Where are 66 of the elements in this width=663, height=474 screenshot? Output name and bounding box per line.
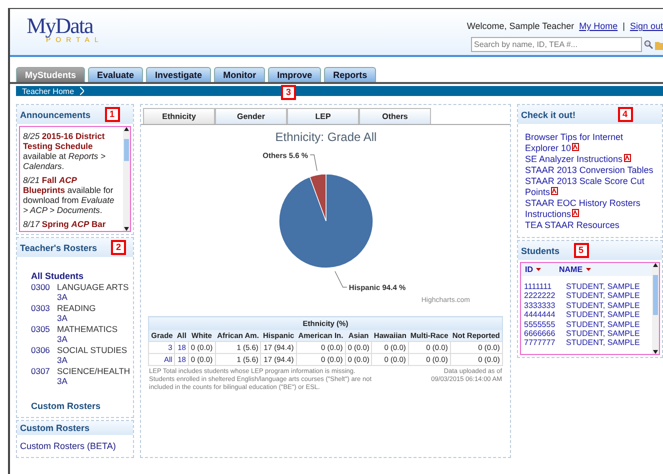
announcement: 8/17 Spring ACP Bar <box>23 219 107 229</box>
student-row[interactable]: 3333333 STUDENT, SAMPLE <box>524 300 649 310</box>
custom-rosters-link[interactable]: Custom Rosters (BETA) <box>17 435 133 457</box>
student-row[interactable]: 5555555 STUDENT, SAMPLE <box>524 320 649 330</box>
chart-tab[interactable]: Gender <box>215 108 287 124</box>
scroll-thumb[interactable] <box>653 275 658 315</box>
search-field[interactable]: Search by name, ID, TEA #... <box>471 37 642 52</box>
roster-item[interactable]: 0303 READING 3A <box>31 303 133 323</box>
resource-link[interactable]: STAAR 2013 Conversion Tables <box>525 165 659 176</box>
sort-icon <box>586 268 591 271</box>
panel-title: Check it out! <box>521 110 576 120</box>
scroll-thumb[interactable] <box>124 139 129 161</box>
leader-line <box>334 270 347 288</box>
sort-icon <box>536 268 541 271</box>
custom-rosters-link[interactable]: Custom Rosters <box>31 401 133 411</box>
resource-link[interactable]: TEA STAAR Resources <box>525 220 659 231</box>
search-icon[interactable] <box>644 40 653 49</box>
resource-link[interactable]: STAAR 2013 Scale Score Cut Points <box>525 176 659 198</box>
student-row[interactable]: 1111111 STUDENT, SAMPLE <box>524 282 649 292</box>
panel-title: Teacher's Rosters <box>20 242 98 252</box>
welcome-text: Welcome, Sample Teacher <box>466 21 574 31</box>
chart-tab[interactable]: LEP <box>287 108 359 124</box>
column-header[interactable]: NAME <box>559 265 591 274</box>
scrollbar[interactable] <box>123 127 130 231</box>
callout-number: 4 <box>618 107 633 122</box>
panel-title: Custom Rosters <box>20 423 90 433</box>
roster-item[interactable]: 0307 SCIENCE/HEALTH 3A <box>31 366 133 386</box>
nav-tab[interactable]: Improve <box>268 67 322 82</box>
chevron-icon <box>80 87 84 95</box>
chart-tab[interactable]: Ethnicity <box>143 108 215 124</box>
callout-number: 3 <box>281 85 296 100</box>
student-row[interactable]: 4444444 STUDENT, SAMPLE <box>524 310 649 320</box>
student-row[interactable]: 2222222 STUDENT, SAMPLE <box>524 291 649 301</box>
nav-tab[interactable]: Monitor <box>214 67 266 82</box>
scroll-up-icon[interactable] <box>653 263 658 267</box>
roster-item[interactable]: 0300 LANGUAGE ARTS 3A <box>31 282 133 302</box>
announcement: 8/21 Fall ACP Blueprints available for download from Evaluate > ACP > Documents. <box>23 175 116 215</box>
scrollbar[interactable] <box>652 263 659 354</box>
header-link[interactable]: My Home <box>579 21 618 31</box>
roster-item[interactable]: 0305 MATHEMATICS 3A <box>31 324 133 344</box>
callout-number: 5 <box>574 243 589 258</box>
roster-item[interactable]: 0306 SOCIAL STUDIES 3A <box>31 345 133 365</box>
roster-link[interactable]: All Students <box>31 271 133 281</box>
chart-tab[interactable]: Others <box>359 108 431 124</box>
student-row[interactable]: 7777777 STUDENT, SAMPLE <box>524 338 649 348</box>
nav-tab[interactable]: Reports <box>324 67 376 82</box>
column-header[interactable]: ID <box>525 265 541 274</box>
panel-title: Announcements <box>20 110 91 120</box>
leader-line <box>309 154 317 172</box>
scroll-up-icon[interactable] <box>124 127 129 131</box>
panel-title: Students <box>521 246 560 256</box>
resource-link[interactable]: SE Analyzer Instructions <box>525 154 659 165</box>
header-link[interactable]: Sign out <box>630 21 663 31</box>
link-separator: | <box>622 21 625 31</box>
callout-number: 2 <box>111 240 126 255</box>
chart-title: Ethnicity: Grade All <box>274 130 376 144</box>
scroll-down-icon[interactable] <box>653 350 658 354</box>
callout-number: 1 <box>104 107 120 122</box>
announcement: 8/25 2015-16 District Testing Schedule available at Reports > Calendars. <box>23 131 106 171</box>
scroll-down-icon[interactable] <box>124 227 129 231</box>
student-row[interactable]: 6666666 STUDENT, SAMPLE <box>524 329 649 338</box>
breadcrumb-link[interactable]: Teacher Home <box>16 86 80 96</box>
resource-link[interactable]: STAAR EOC History Rosters Instructions <box>525 198 659 220</box>
nav-tab[interactable]: Investigate <box>146 67 212 82</box>
resource-link[interactable]: Browser Tips for Internet Explorer 10 <box>525 132 659 154</box>
nav-tab[interactable]: Evaluate <box>88 67 144 82</box>
